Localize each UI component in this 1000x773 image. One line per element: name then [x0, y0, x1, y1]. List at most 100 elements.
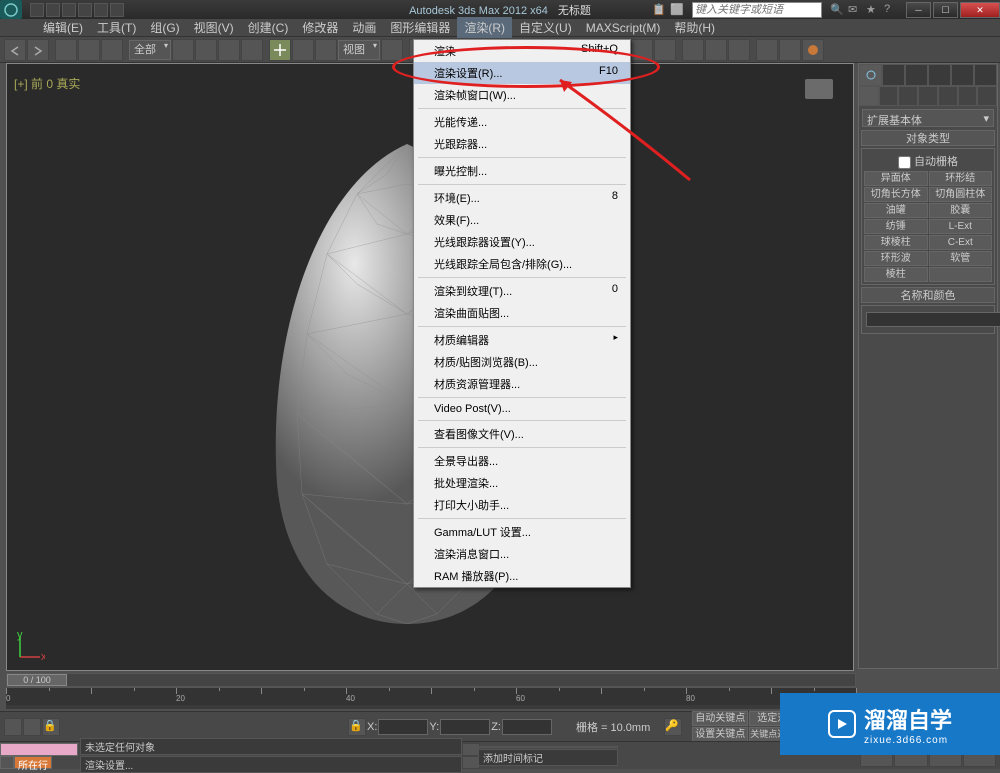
menu-item-[interactable]: 全景导出器...: [414, 450, 630, 472]
star-icon[interactable]: ★: [866, 3, 880, 17]
menu-item-[interactable]: 曝光控制...: [414, 160, 630, 182]
menu-group[interactable]: 组(G): [143, 17, 186, 38]
maximize-button[interactable]: ☐: [933, 2, 958, 18]
menu-animation[interactable]: 动画: [345, 17, 383, 38]
ref-coord-dropdown[interactable]: 视图: [338, 40, 380, 60]
menu-item-y[interactable]: 光线跟踪器设置(Y)...: [414, 231, 630, 253]
qat-undo-icon[interactable]: [78, 3, 92, 17]
menu-graph-editors[interactable]: 图形编辑器: [383, 17, 457, 38]
autogrid-checkbox[interactable]: 自动栅格: [864, 151, 992, 171]
menu-item-gammalut[interactable]: Gamma/LUT 设置...: [414, 521, 630, 543]
object-type-rollout-header[interactable]: 对象类型: [861, 130, 995, 146]
select-rect-icon[interactable]: [218, 39, 240, 61]
maxscript-icon[interactable]: [4, 718, 22, 736]
helpers-subtab-icon[interactable]: [938, 86, 958, 106]
select-by-name-icon[interactable]: [195, 39, 217, 61]
create-切角圆柱体-button[interactable]: 切角圆柱体: [929, 187, 993, 202]
primitive-type-dropdown[interactable]: 扩展基本体: [862, 109, 994, 127]
shapes-subtab-icon[interactable]: [879, 86, 899, 106]
redo-icon[interactable]: [27, 39, 49, 61]
close-button[interactable]: ✕: [960, 2, 1000, 18]
create-C-Ext-button[interactable]: C-Ext: [929, 235, 993, 250]
menu-item-[interactable]: 渲染曲面贴图...: [414, 302, 630, 324]
menu-item-[interactable]: 光能传递...: [414, 111, 630, 133]
menu-item-t[interactable]: 渲染到纹理(T)...0: [414, 280, 630, 302]
prev-key-icon[interactable]: [23, 718, 41, 736]
menu-tools[interactable]: 工具(T): [90, 17, 143, 38]
create-环形结-button[interactable]: 环形结: [929, 171, 993, 186]
z-coord-input[interactable]: [502, 719, 552, 735]
hierarchy-tab-icon[interactable]: [905, 64, 928, 86]
create-环形波-button[interactable]: 环形波: [864, 251, 928, 266]
time-slider-handle[interactable]: 0 / 100: [7, 674, 67, 686]
app-logo[interactable]: [0, 0, 22, 19]
create-球棱柱-button[interactable]: 球棱柱: [864, 235, 928, 250]
time-slider[interactable]: 0 / 100: [6, 673, 856, 687]
menu-item-[interactable]: 材质资源管理器...: [414, 373, 630, 395]
modify-tab-icon[interactable]: [882, 64, 905, 86]
x-coord-input[interactable]: [378, 719, 428, 735]
menu-help[interactable]: 帮助(H): [667, 17, 722, 38]
select-scale-icon[interactable]: [315, 39, 337, 61]
menu-edit[interactable]: 编辑(E): [36, 17, 90, 38]
title-icon[interactable]: ⬜: [670, 3, 684, 17]
lock-icon[interactable]: 🔒: [42, 718, 60, 736]
menu-item-r[interactable]: 渲染设置(R)...F10: [414, 62, 630, 84]
menu-item-[interactable]: 光跟踪器...: [414, 133, 630, 155]
key-mode-icon[interactable]: 🔑: [664, 718, 682, 736]
graphite-icon[interactable]: [654, 39, 676, 61]
autokey-button[interactable]: 自动关键点: [692, 711, 748, 726]
qat-redo-icon[interactable]: [94, 3, 108, 17]
utilities-tab-icon[interactable]: [974, 64, 997, 86]
create-切角长方体-button[interactable]: 切角长方体: [864, 187, 928, 202]
title-icon[interactable]: 📋: [652, 3, 666, 17]
menu-item-w[interactable]: 渲染帧窗口(W)...: [414, 84, 630, 106]
menu-item-g[interactable]: 光线跟踪全局包含/排除(G)...: [414, 253, 630, 275]
menu-item-ramp[interactable]: RAM 播放器(P)...: [414, 565, 630, 587]
unlink-icon[interactable]: [78, 39, 100, 61]
minimize-button[interactable]: ─: [906, 2, 931, 18]
help-search-input[interactable]: [692, 2, 822, 18]
systems-subtab-icon[interactable]: [977, 86, 997, 106]
pivot-icon[interactable]: [381, 39, 403, 61]
search-icon[interactable]: 🔍: [830, 3, 844, 17]
schematic-icon[interactable]: [705, 39, 727, 61]
menu-maxscript[interactable]: MAXScript(M): [579, 19, 668, 37]
create-纺锤-button[interactable]: 纺锤: [864, 219, 928, 234]
menu-item-e[interactable]: 环境(E)...8: [414, 187, 630, 209]
selection-filter-dropdown[interactable]: 全部: [129, 40, 171, 60]
menu-item-v[interactable]: 查看图像文件(V)...: [414, 423, 630, 445]
menu-views[interactable]: 视图(V): [187, 17, 241, 38]
create-胶囊-button[interactable]: 胶囊: [929, 203, 993, 218]
qat-new-icon[interactable]: [30, 3, 44, 17]
render-icon[interactable]: [802, 39, 824, 61]
display-tab-icon[interactable]: [951, 64, 974, 86]
menu-modifiers[interactable]: 修改器: [295, 17, 345, 38]
create-油罐-button[interactable]: 油罐: [864, 203, 928, 218]
object-name-input[interactable]: [866, 312, 1000, 327]
menu-item-b[interactable]: 材质/贴图浏览器(B)...: [414, 351, 630, 373]
comm-icon[interactable]: ✉: [848, 3, 862, 17]
menu-item-f[interactable]: 效果(F)...: [414, 209, 630, 231]
select-move-icon[interactable]: [269, 39, 291, 61]
menu-create[interactable]: 创建(C): [241, 17, 296, 38]
status-toggle-icon[interactable]: [0, 756, 14, 769]
viewcube[interactable]: [805, 79, 833, 99]
menu-item-[interactable]: 批处理渲染...: [414, 472, 630, 494]
undo-icon[interactable]: [4, 39, 26, 61]
y-coord-input[interactable]: [440, 719, 490, 735]
link-icon[interactable]: [55, 39, 77, 61]
name-color-rollout-header[interactable]: 名称和颜色: [861, 287, 995, 303]
menu-item-videopostv[interactable]: Video Post(V)...: [414, 400, 630, 418]
select-rotate-icon[interactable]: [292, 39, 314, 61]
viewport-label[interactable]: [+] 前 0 真实: [14, 75, 80, 92]
cameras-subtab-icon[interactable]: [918, 86, 938, 106]
qat-open-icon[interactable]: [46, 3, 60, 17]
create-棱柱-button[interactable]: 棱柱: [864, 267, 928, 282]
menu-customize[interactable]: 自定义(U): [512, 17, 579, 38]
create-异面体-button[interactable]: 异面体: [864, 171, 928, 186]
window-crossing-icon[interactable]: [241, 39, 263, 61]
create-tab-icon[interactable]: [859, 64, 882, 86]
menu-rendering[interactable]: 渲染(R): [457, 17, 512, 38]
motion-tab-icon[interactable]: [928, 64, 951, 86]
